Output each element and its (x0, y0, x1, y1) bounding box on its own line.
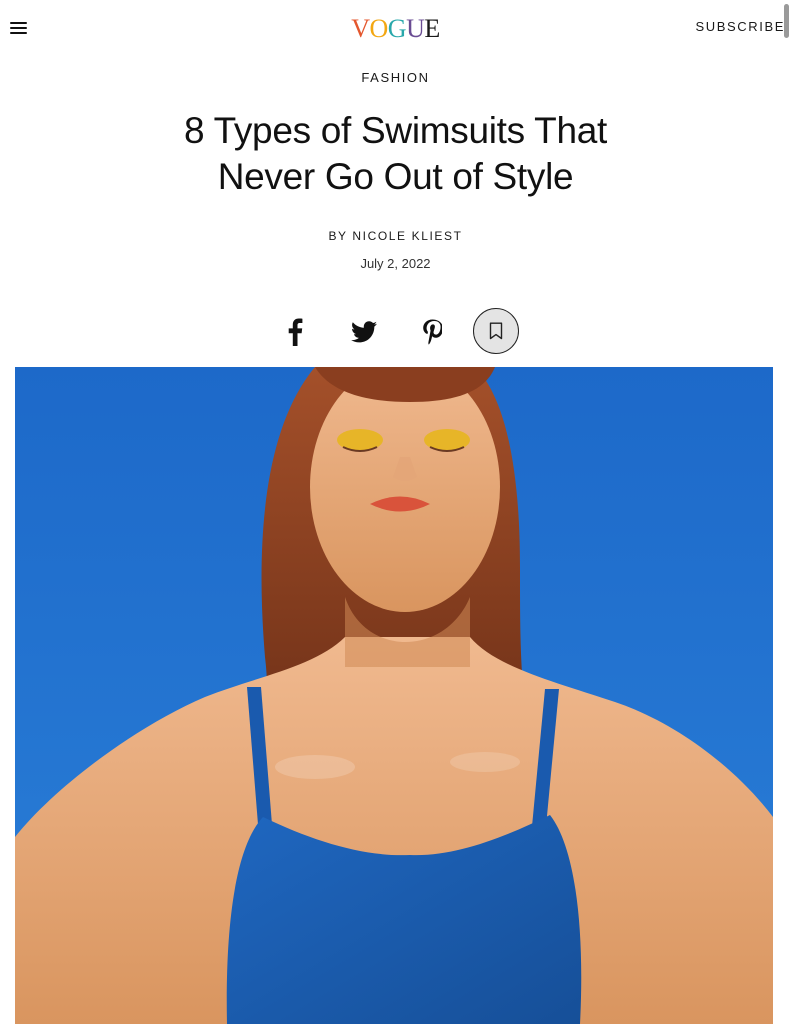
hero-illustration (15, 367, 773, 1024)
logo-letter: V (351, 14, 370, 43)
article-rubric[interactable]: FASHION (0, 70, 791, 85)
facebook-icon (288, 318, 303, 346)
logo-letter: U (406, 14, 425, 43)
logo-letter: G (387, 14, 407, 43)
headline-line-1: 8 Types of Swimsuits That (184, 110, 607, 151)
vogue-logo[interactable]: VOGUE (0, 14, 791, 44)
logo-letter: O (369, 14, 389, 43)
pinterest-share-button[interactable] (414, 312, 450, 352)
face (310, 367, 500, 612)
social-share-bar (0, 308, 791, 358)
article-headline: 8 Types of Swimsuits That Never Go Out o… (120, 108, 671, 200)
bookmark-icon (489, 322, 503, 340)
publish-date: July 2, 2022 (360, 256, 431, 271)
logo-letter: E (424, 14, 440, 43)
hero-image (15, 367, 773, 1024)
page-scrollbar[interactable] (784, 4, 789, 38)
skin-highlight (275, 755, 355, 779)
pinterest-icon (423, 319, 442, 345)
headline-line-2: Never Go Out of Style (217, 156, 574, 197)
save-bookmark-button[interactable] (473, 308, 519, 354)
skin-highlight (450, 752, 520, 772)
twitter-share-button[interactable] (346, 312, 382, 352)
subscribe-link[interactable]: SUBSCRIBE (695, 19, 785, 34)
article-byline[interactable]: BY NICOLE KLIEST (0, 229, 791, 243)
twitter-icon (351, 321, 377, 343)
article-page: VOGUE SUBSCRIBE FASHION 8 Types of Swims… (0, 0, 791, 1024)
top-navigation-bar: VOGUE SUBSCRIBE (0, 0, 791, 60)
facebook-share-button[interactable] (277, 312, 313, 352)
